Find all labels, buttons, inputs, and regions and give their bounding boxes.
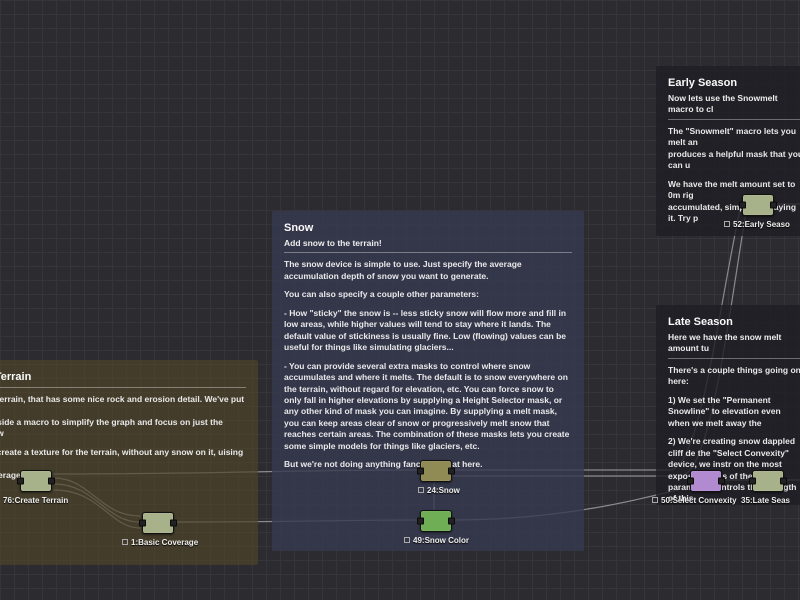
group-create-terrain[interactable]: te Terrain ple terrain, that has some ni…: [0, 360, 258, 565]
node-basic-coverage[interactable]: [142, 512, 174, 534]
node-select-convexity[interactable]: [690, 470, 722, 492]
checkbox-icon: [122, 539, 128, 545]
checkbox-icon: [418, 487, 424, 493]
group-subtitle: Here we have the snow melt amount tu: [668, 332, 800, 359]
group-text: n inside a macro to simplify the graph a…: [0, 417, 246, 440]
group-text: 1) We set the "Permanent Snowline" to el…: [668, 395, 800, 429]
group-text: lso create a texture for the terrain, wi…: [0, 447, 246, 470]
group-text: There's a couple things going on here:: [668, 365, 800, 388]
group-text: produces a helpful mask that you can u: [668, 149, 800, 172]
group-subtitle: Now lets use the Snowmelt macro to cl: [668, 93, 800, 120]
group-text: You can also specify a couple other para…: [284, 289, 572, 300]
group-subtitle: Add snow to the terrain!: [284, 238, 572, 253]
node-label: 76:Create Terrain: [0, 496, 68, 505]
node-label: 24:Snow: [418, 486, 460, 495]
group-text: We have the melt amount set to 0m rig: [668, 179, 800, 202]
group-text: ple terrain, that has some nice rock and…: [0, 394, 246, 417]
group-snow[interactable]: Snow Add snow to the terrain! The snow d…: [272, 211, 584, 551]
group-subtitle: [0, 387, 246, 388]
group-text: The snow device is simple to use. Just s…: [284, 259, 572, 282]
node-create-terrain[interactable]: [20, 470, 52, 492]
group-early-season[interactable]: Early Season Now lets use the Snowmelt m…: [656, 66, 800, 236]
checkbox-icon: [652, 497, 658, 503]
group-title: te Terrain: [0, 370, 246, 385]
node-snow-color[interactable]: [420, 510, 452, 532]
node-label: 50:Select Convexity 35:Late Seas: [652, 496, 790, 505]
group-text: - How "sticky" the snow is -- less stick…: [284, 308, 572, 354]
node-label: 52:Early Seaso: [724, 220, 790, 229]
checkbox-icon: [404, 537, 410, 543]
node-label: 1:Basic Coverage: [122, 538, 198, 547]
group-text: The "Snowmelt" macro lets you melt an: [668, 126, 800, 149]
group-text: - You can provide several extra masks to…: [284, 361, 572, 453]
group-title: Late Season: [668, 315, 800, 330]
node-early-season[interactable]: [742, 194, 774, 216]
checkbox-icon: [724, 221, 730, 227]
group-title: Snow: [284, 221, 572, 236]
node-label: 49:Snow Color: [404, 536, 469, 545]
node-late-season[interactable]: [752, 470, 784, 492]
group-title: Early Season: [668, 76, 800, 91]
node-snow[interactable]: [420, 460, 452, 482]
